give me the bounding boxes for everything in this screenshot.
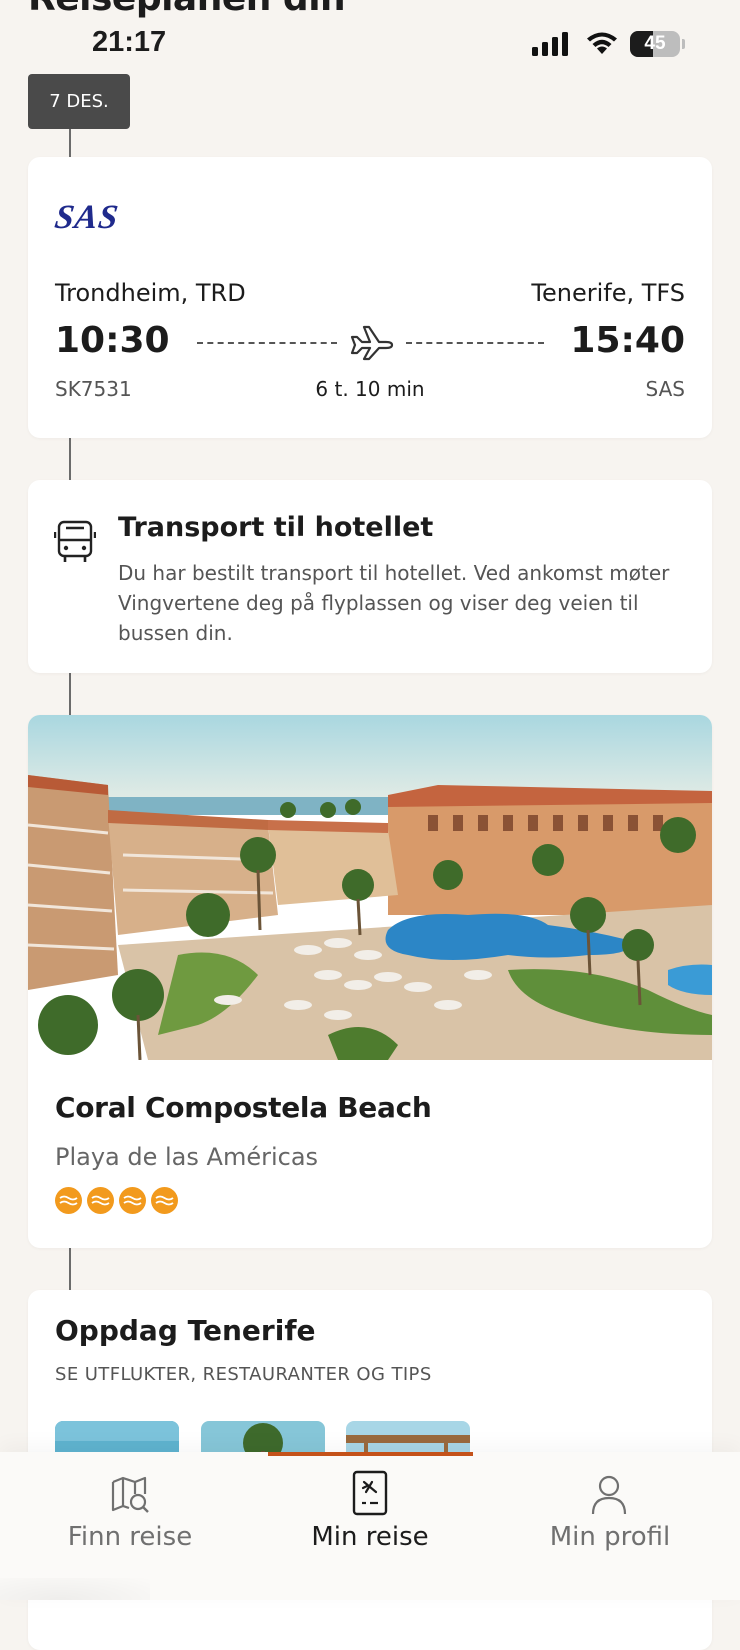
- flight-card[interactable]: SAS Trondheim, TRD Tenerife, TFS 10:30 1…: [28, 157, 712, 438]
- timeline-line: [69, 1248, 71, 1290]
- transport-card[interactable]: Transport til hotellet Du har bestilt tr…: [28, 480, 712, 673]
- timeline-line: [69, 673, 71, 715]
- nav-label: Min reise: [311, 1522, 429, 1552]
- discover-subtitle: SE UTFLUKTER, RESTAURANTER OG TIPS: [55, 1364, 432, 1385]
- sun-rating-icon: [151, 1187, 178, 1214]
- battery-icon: 45: [630, 31, 685, 57]
- route-dash: [406, 342, 544, 344]
- transport-description: Du har bestilt transport til hotellet. V…: [118, 561, 670, 645]
- arrival-city: Tenerife, TFS: [531, 279, 685, 307]
- person-icon: [591, 1475, 627, 1515]
- status-bar: 21:17 45: [0, 20, 740, 68]
- arrival-time: 15:40: [570, 320, 685, 361]
- hotel-card[interactable]: Coral Compostela Beach Playa de las Amér…: [28, 715, 712, 1248]
- timeline-line: [69, 438, 71, 480]
- bus-icon: [54, 520, 96, 562]
- hotel-location: Playa de las Américas: [55, 1143, 319, 1171]
- date-badge: 7 DES.: [28, 74, 130, 129]
- cellular-signal-icon: [532, 32, 568, 56]
- airplane-icon: [350, 325, 394, 361]
- hotel-photo: [28, 715, 712, 1060]
- airline-logo: SAS: [52, 199, 122, 236]
- map-search-icon: [111, 1476, 149, 1513]
- nav-label: Finn reise: [67, 1522, 193, 1552]
- battery-percent: 45: [644, 33, 666, 54]
- page-title: Reiseplanen din: [28, 0, 346, 19]
- wifi-icon: [587, 32, 617, 54]
- nav-item-min-reise[interactable]: Min reise: [247, 1452, 493, 1600]
- sun-rating-icon: [119, 1187, 146, 1214]
- status-time: 21:17: [92, 26, 167, 58]
- airline-name: SAS: [645, 377, 685, 401]
- sun-rating-icon: [87, 1187, 114, 1214]
- transport-title: Transport til hotellet: [118, 512, 434, 543]
- hotel-rating: [55, 1187, 178, 1214]
- ticket-plane-icon: [352, 1470, 388, 1516]
- route-dash: [197, 342, 337, 344]
- departure-city: Trondheim, TRD: [55, 279, 246, 307]
- nav-label: Min profil: [549, 1522, 671, 1552]
- departure-time: 10:30: [55, 320, 170, 361]
- discover-title: Oppdag Tenerife: [55, 1314, 316, 1347]
- nav-item-min-profil[interactable]: Min profil: [487, 1452, 733, 1600]
- flight-duration: 6 t. 10 min: [315, 377, 425, 401]
- home-indicator-shadow: [0, 1578, 150, 1600]
- timeline-line: [69, 128, 71, 157]
- hotel-name: Coral Compostela Beach: [55, 1091, 432, 1124]
- sun-rating-icon: [55, 1187, 82, 1214]
